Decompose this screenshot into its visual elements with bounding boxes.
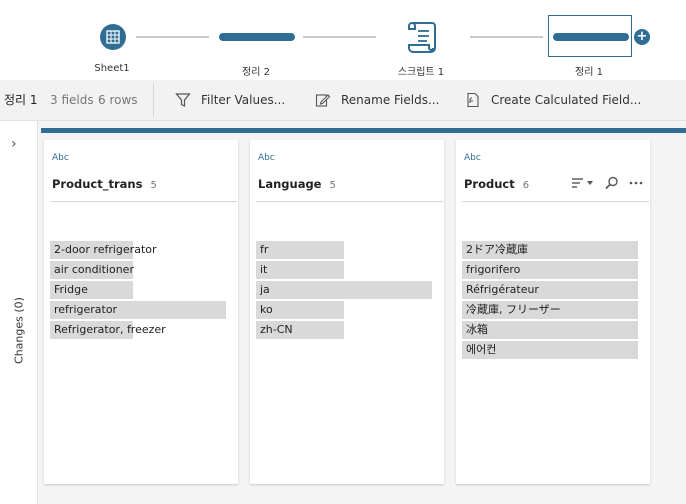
value-list: 2-door refrigerator air conditioner Fridge… (50, 240, 240, 340)
expand-chevron-icon[interactable]: › (11, 136, 17, 152)
value-label: frigorifero (466, 263, 521, 276)
value-row[interactable]: 冷蔵庫, フリーザー (462, 300, 652, 320)
filter-values-button[interactable]: Filter Values... (175, 80, 290, 120)
flow-node-clean-1[interactable] (553, 33, 629, 41)
value-label: 2ドア冷蔵庫 (466, 243, 528, 256)
flow-node-label: Sheet1 (94, 63, 130, 74)
profile-accent-bar (41, 128, 686, 133)
flow-connector (303, 36, 376, 38)
step-name: 정리 1 (4, 93, 38, 107)
value-row[interactable]: 에어컨 (462, 340, 652, 360)
profile-pane: Abc Product_trans 5 2-door refrigerator ai… (38, 121, 686, 504)
value-label: Fridge (54, 283, 88, 296)
value-label: ja (260, 283, 270, 296)
profile-card-language[interactable]: Abc Language 5 fr it ja ko zh-CN (250, 140, 444, 484)
add-step-icon[interactable]: + (634, 29, 650, 45)
value-label: ko (260, 303, 273, 316)
row-count: 6 rows (98, 93, 138, 107)
value-label: refrigerator (54, 303, 118, 316)
field-name-text: Product_trans (52, 177, 143, 191)
value-label: Refrigerator, freezer (54, 323, 166, 336)
field-name[interactable]: Product 6 (464, 177, 529, 191)
changes-label[interactable]: Changes (0) (13, 288, 26, 374)
rename-fields-label: Rename Fields... (341, 93, 440, 107)
value-label: 冰箱 (466, 323, 488, 336)
profile-card-product[interactable]: Abc Product 6 2ドア冷蔵庫 frigorifero Réfrigérat… (456, 140, 650, 484)
create-calculated-field-label: Create Calculated Field... (491, 93, 642, 107)
value-label: it (260, 263, 268, 276)
rename-fields-button[interactable]: Rename Fields... (315, 80, 440, 120)
card-divider (462, 201, 649, 202)
edit-icon (315, 94, 331, 107)
toolbar-divider (153, 83, 154, 117)
step-toolbar: 정리 1 3 fields 6 rows Filter Values... Re… (0, 80, 686, 121)
value-row[interactable]: air conditioner (50, 260, 240, 280)
value-row[interactable]: zh-CN (256, 320, 446, 340)
value-frequency-bar (256, 261, 344, 279)
field-unique-count: 5 (150, 180, 157, 191)
value-row[interactable]: ja (256, 280, 446, 300)
table-icon (100, 24, 126, 50)
field-type-label: Abc (258, 153, 275, 163)
field-name[interactable]: Product_trans 5 (52, 177, 157, 191)
value-row[interactable]: fr (256, 240, 446, 260)
calculation-icon (467, 92, 479, 108)
field-type-label: Abc (464, 153, 481, 163)
flow-node-label: 정리 1 (575, 67, 603, 78)
value-frequency-bar (462, 321, 638, 339)
value-row[interactable]: Fridge (50, 280, 240, 300)
value-row[interactable]: 2-door refrigerator (50, 240, 240, 260)
card-divider (256, 201, 443, 202)
profile-card-product-trans[interactable]: Abc Product_trans 5 2-door refrigerator ai… (44, 140, 238, 484)
filter-values-label: Filter Values... (201, 93, 286, 107)
changes-panel: › Changes (0) (0, 121, 38, 504)
value-row[interactable]: it (256, 260, 446, 280)
script-icon (408, 22, 436, 53)
flow-canvas[interactable]: Sheet1 정리 2 스크립트 1 + 정리 1 (0, 0, 686, 80)
create-calculated-field-button[interactable]: Create Calculated Field... (465, 80, 641, 120)
field-unique-count: 5 (329, 180, 336, 191)
field-name-text: Product (464, 177, 515, 191)
flow-connector (136, 36, 209, 38)
field-type-label: Abc (52, 153, 69, 163)
card-divider (50, 201, 237, 202)
value-frequency-bar (256, 281, 432, 299)
sort-icon[interactable] (570, 175, 596, 191)
search-icon[interactable] (604, 175, 620, 191)
value-row[interactable]: 2ドア冷蔵庫 (462, 240, 652, 260)
value-row[interactable]: refrigerator (50, 300, 240, 320)
filter-icon (175, 93, 191, 107)
card-tools (570, 175, 646, 191)
field-unique-count: 6 (522, 180, 530, 191)
value-row[interactable]: Refrigerator, freezer (50, 320, 240, 340)
field-name-text: Language (258, 177, 322, 191)
value-row[interactable]: Réfrigérateur (462, 280, 652, 300)
value-row[interactable]: frigorifero (462, 260, 652, 280)
value-list: fr it ja ko zh-CN (256, 240, 446, 340)
value-label: 冷蔵庫, フリーザー (466, 303, 561, 316)
value-row[interactable]: ko (256, 300, 446, 320)
flow-node-label: 정리 2 (242, 67, 270, 78)
value-frequency-bar (256, 241, 344, 259)
value-list: 2ドア冷蔵庫 frigorifero Réfrigérateur 冷蔵庫, フリーザー… (462, 240, 652, 360)
value-label: Réfrigérateur (466, 283, 539, 296)
value-label: fr (260, 243, 269, 256)
field-count: 3 fields (50, 93, 94, 107)
more-options-icon[interactable] (628, 175, 644, 191)
value-row[interactable]: 冰箱 (462, 320, 652, 340)
value-label: 2-door refrigerator (54, 243, 157, 256)
flow-node-sheet1[interactable] (100, 24, 126, 50)
value-label: 에어컨 (466, 343, 497, 356)
flow-node-label: 스크립트 1 (397, 67, 445, 78)
flow-connector (470, 36, 543, 38)
flow-node-clean-2[interactable] (219, 33, 295, 41)
field-name[interactable]: Language 5 (258, 177, 336, 191)
flow-node-script-1[interactable] (403, 19, 441, 55)
value-label: air conditioner (54, 263, 134, 276)
value-label: zh-CN (260, 323, 293, 336)
